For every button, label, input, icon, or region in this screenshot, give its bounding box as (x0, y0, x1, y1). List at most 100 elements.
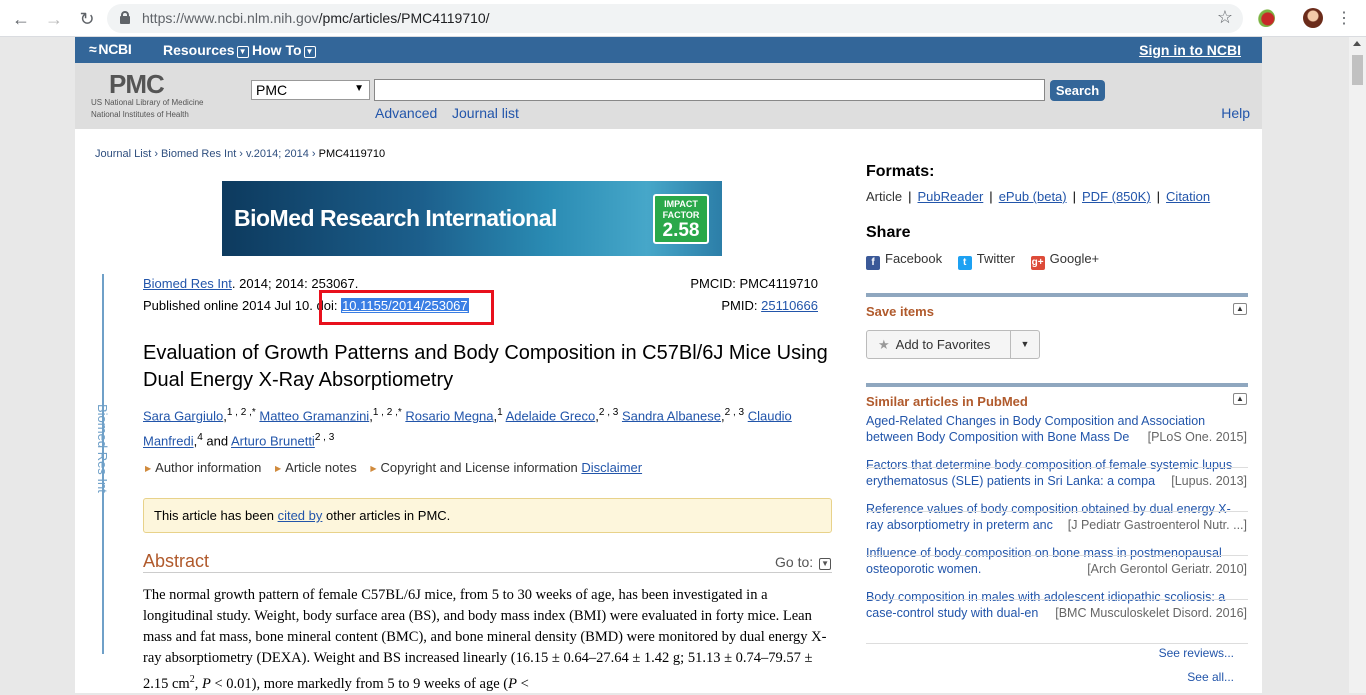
favorites-dropdown-icon[interactable]: ▼ (1010, 331, 1039, 358)
triangle-right-icon: ▶ (370, 464, 377, 473)
signin-link[interactable]: Sign in to NCBI (1139, 42, 1241, 58)
menu-icon[interactable]: ⋮ (1333, 8, 1355, 30)
author-link[interactable]: Arturo Brunetti (231, 434, 315, 449)
author-link[interactable]: Sandra Albanese (622, 408, 721, 423)
star-icon: ★ (878, 337, 890, 352)
search-band: PMC US National Library of Medicine Nati… (75, 63, 1262, 129)
format-article: Article (866, 189, 903, 204)
dropdown-arrow-icon: ▼ (354, 83, 364, 94)
breadcrumb-current: PMC4119710 (318, 148, 386, 160)
similar-articles-heading: Similar articles in PubMed (866, 394, 1028, 409)
formats-heading: Formats: (866, 163, 935, 180)
collapse-icon[interactable]: ▲ (1233, 393, 1247, 405)
help-link[interactable]: Help (1221, 105, 1250, 121)
journal-banner[interactable]: BioMed Research International IMPACT FAC… (222, 181, 722, 256)
resources-menu[interactable]: Resources ▼ (163, 42, 249, 58)
extension-icon[interactable] (1257, 9, 1275, 27)
journal-link[interactable]: Biomed Res Int (143, 276, 232, 291)
similar-article-item[interactable]: Influence of body composition on bone ma… (866, 545, 1248, 589)
triangle-right-icon: ▶ (145, 464, 152, 473)
lock-icon (120, 11, 130, 24)
impact-factor-badge: IMPACT FACTOR 2.58 (653, 194, 709, 244)
ncbi-logo[interactable]: ≈ NCBI (89, 41, 132, 57)
author-info-toggle[interactable]: ▶ Author information (145, 460, 261, 475)
similar-articles-box: Similar articles in PubMed ▲ Aged-Relate… (866, 383, 1248, 693)
back-arrow-icon[interactable]: ← (10, 8, 32, 30)
reload-icon[interactable]: ↻ (76, 8, 98, 30)
similar-article-item[interactable]: Body composition in males with adolescen… (866, 589, 1248, 633)
similar-article-item[interactable]: Reference values of body composition obt… (866, 501, 1248, 545)
side-tab-label[interactable]: Biomed Res Int (95, 404, 110, 493)
format-epub[interactable]: ePub (beta) (999, 189, 1067, 204)
disclaimer-link[interactable]: Disclaimer (581, 460, 642, 475)
breadcrumb-volume[interactable]: v.2014; 2014 (246, 148, 309, 160)
copyright-toggle[interactable]: ▶ Copyright and License information (370, 460, 577, 475)
share-facebook[interactable]: f Facebook (866, 251, 942, 270)
url-text[interactable]: https://www.ncbi.nlm.nih.gov/pmc/article… (142, 10, 490, 26)
share-list: f Facebook t Twitter g+ Google+ (866, 251, 1111, 270)
banner-journal-name: BioMed Research International (234, 205, 557, 231)
highlight-box (319, 290, 494, 325)
cited-by-notice: This article has been cited by other art… (143, 498, 832, 533)
author-link[interactable]: Adelaide Greco (506, 408, 596, 423)
search-button[interactable]: Search (1050, 80, 1105, 101)
page-scrollbar[interactable] (1349, 37, 1366, 693)
author-link[interactable]: Rosario Megna (405, 408, 493, 423)
chevron-down-icon: ▼ (303, 46, 316, 58)
cited-by-link[interactable]: cited by (278, 508, 323, 523)
dna-helix-icon: ≈ (89, 41, 97, 57)
article-info-links: ▶ Author information ▶ Article notes ▶ Copy… (145, 460, 642, 475)
format-citation[interactable]: Citation (1166, 189, 1210, 204)
triangle-right-icon: ▶ (275, 464, 282, 473)
pmid: PMID: 25110666 (721, 298, 818, 313)
save-items-heading: Save items (866, 304, 934, 319)
see-reviews-link[interactable]: See reviews... (1159, 646, 1234, 660)
abstract-heading: Abstract (143, 551, 210, 571)
breadcrumb-journal-list[interactable]: Journal List (95, 148, 151, 160)
format-pubreader[interactable]: PubReader (918, 189, 984, 204)
abstract-divider (143, 572, 832, 573)
address-bar[interactable]: https://www.ncbi.nlm.nih.gov/pmc/article… (107, 4, 1243, 33)
formats-list: Article | PubReader | ePub (beta) | PDF (850K)… (866, 189, 1211, 204)
twitter-icon: t (957, 256, 972, 270)
collapse-icon[interactable]: ▲ (1233, 303, 1247, 315)
google-plus-icon: g+ (1030, 256, 1045, 270)
similar-article-item[interactable]: Factors that determine body composition … (866, 457, 1248, 501)
database-select[interactable]: PMC ▼ (251, 80, 370, 100)
see-all-link[interactable]: See all... (1187, 670, 1234, 684)
author-list: Sara Gargiulo,1 , 2 ,* Matteo Gramanzini… (143, 407, 792, 449)
add-favorites-button[interactable]: ★ Add to Favorites ▼ (866, 330, 1040, 359)
howto-menu[interactable]: How To ▼ (252, 42, 316, 58)
bookmark-star-icon[interactable]: ☆ (1217, 7, 1233, 28)
share-twitter[interactable]: t Twitter (957, 251, 1015, 270)
facebook-icon: f (866, 256, 880, 270)
browser-toolbar: ← → ↻ https://www.ncbi.nlm.nih.gov/pmc/a… (0, 0, 1366, 37)
article-notes-toggle[interactable]: ▶ Article notes (275, 460, 357, 475)
pmid-link[interactable]: 25110666 (761, 298, 818, 313)
profile-avatar[interactable] (1303, 8, 1323, 28)
breadcrumb-journal[interactable]: Biomed Res Int (161, 148, 236, 160)
journal-list-link[interactable]: Journal list (452, 105, 519, 121)
share-googleplus[interactable]: g+ Google+ (1030, 251, 1099, 270)
abstract-text: The normal growth pattern of female C57B… (143, 587, 827, 692)
scroll-up-icon[interactable] (1353, 41, 1361, 46)
scrollbar-thumb[interactable] (1352, 55, 1363, 85)
pmcid: PMCID: PMC4119710 (690, 276, 818, 291)
chevron-down-icon: ▼ (236, 46, 249, 58)
goto-menu[interactable]: Go to: ▼ (775, 554, 832, 570)
advanced-link[interactable]: Advanced (375, 105, 437, 121)
save-items-box: Save items ▲ ★ Add to Favorites ▼ (866, 293, 1248, 363)
article-title: Evaluation of Growth Patterns and Body C… (143, 342, 828, 391)
search-input[interactable] (374, 79, 1045, 101)
citation-line: Biomed Res Int. 2014; 2014: 253067. (143, 276, 359, 291)
forward-arrow-icon[interactable]: → (43, 8, 65, 30)
similar-article-item[interactable]: Aged-Related Changes in Body Composition… (866, 413, 1248, 457)
similar-articles-list: Aged-Related Changes in Body Composition… (866, 413, 1248, 633)
author-link[interactable]: Matteo Gramanzini (259, 408, 369, 423)
format-pdf[interactable]: PDF (850K) (1082, 189, 1151, 204)
pmc-logo[interactable]: PMC US National Library of Medicine Nati… (91, 71, 221, 121)
ncbi-top-bar: ≈ NCBI Resources ▼ How To ▼ Sign in to NCBI (75, 37, 1262, 63)
share-heading: Share (866, 224, 911, 241)
breadcrumb: Journal List › Biomed Res Int › v.2014; … (95, 148, 386, 160)
author-link[interactable]: Sara Gargiulo (143, 408, 223, 423)
